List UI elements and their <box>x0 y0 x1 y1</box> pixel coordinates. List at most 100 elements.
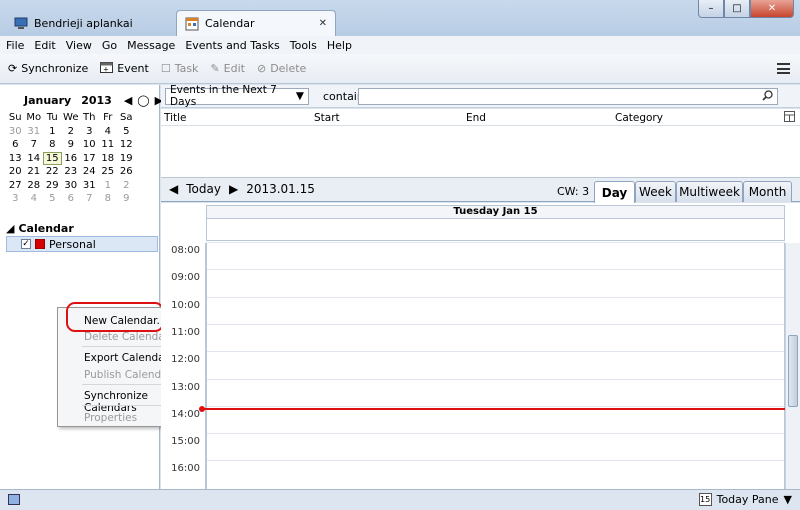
properties-menu-item[interactable]: Properties <box>84 412 137 424</box>
mini-calendar-day[interactable]: 17 <box>80 152 99 166</box>
event-search-input[interactable] <box>358 88 778 105</box>
day-view-scrollbar[interactable] <box>785 243 800 489</box>
mini-calendar-day[interactable]: 22 <box>43 165 62 179</box>
mini-calendar-day[interactable]: 3 <box>80 125 99 139</box>
mini-calendar-day[interactable]: 2 <box>117 179 136 193</box>
search-icon[interactable] <box>762 90 773 104</box>
mini-calendar-day[interactable]: 4 <box>99 125 118 139</box>
menu-file[interactable]: File <box>6 39 24 52</box>
event-range-select[interactable]: Events in the Next 7 Days ▼ <box>165 84 309 108</box>
mini-calendar-day[interactable]: 4 <box>25 192 44 206</box>
mini-calendar-day[interactable]: 1 <box>99 179 118 193</box>
scrollbar-thumb[interactable] <box>788 335 798 407</box>
delete-calendar-menu-item[interactable]: Delete Calendar <box>84 331 169 343</box>
mini-calendar-day[interactable]: 1 <box>43 125 62 139</box>
menu-events-and-tasks[interactable]: Events and Tasks <box>185 39 279 52</box>
close-window-button[interactable]: ✕ <box>750 0 794 18</box>
mini-calendar-day[interactable]: 27 <box>6 179 25 193</box>
new-task-button[interactable]: ☐ Task <box>161 62 199 75</box>
synchronize-button[interactable]: ⟳ Synchronize <box>8 62 88 75</box>
mini-calendar-day[interactable]: 7 <box>80 192 99 206</box>
tab-bendrieji-aplankai[interactable]: Bendrieji aplankai <box>6 10 174 36</box>
month-label[interactable]: January <box>24 94 71 107</box>
edit-button[interactable]: ✎ Edit <box>210 62 245 75</box>
calendar-name: Personal <box>49 237 96 251</box>
all-day-events-area[interactable] <box>206 219 785 241</box>
column-category[interactable]: Category <box>615 112 663 124</box>
day-column-header[interactable]: Tuesday Jan 15 <box>206 205 785 219</box>
mini-calendar-day[interactable]: 3 <box>6 192 25 206</box>
next-day-icon[interactable]: ▶ <box>229 182 238 196</box>
menu-tools[interactable]: Tools <box>290 39 317 52</box>
mini-calendar-day[interactable]: 6 <box>62 192 81 206</box>
mini-calendar-day[interactable]: 15 <box>43 151 62 165</box>
mini-calendar-day[interactable]: 31 <box>25 125 44 139</box>
column-end[interactable]: End <box>466 112 486 124</box>
mini-calendar-day[interactable]: 5 <box>117 125 136 139</box>
app-menu-icon[interactable] <box>777 63 790 74</box>
mini-calendar-day[interactable]: 25 <box>99 165 118 179</box>
mini-calendar-day[interactable]: 14 <box>25 152 44 166</box>
calendar-item-personal[interactable]: ✓ Personal <box>6 236 158 252</box>
menu-go[interactable]: Go <box>102 39 117 52</box>
today-circle-icon[interactable]: ◯ <box>137 94 149 107</box>
tab-month[interactable]: Month <box>743 181 792 202</box>
mini-calendar-day[interactable]: 2 <box>62 125 81 139</box>
year-label[interactable]: 2013 <box>81 94 112 107</box>
mini-calendar-day[interactable]: 28 <box>25 179 44 193</box>
mini-calendar-day[interactable]: 8 <box>99 192 118 206</box>
tab-calendar[interactable]: Calendar ✕ <box>176 10 336 36</box>
mini-calendar-day[interactable]: 10 <box>80 138 99 152</box>
mini-calendar-day[interactable]: 9 <box>117 192 136 206</box>
previous-month-icon[interactable]: ◀ <box>124 94 132 107</box>
folder-monitor-icon <box>14 16 28 30</box>
previous-day-icon[interactable]: ◀ <box>169 182 178 196</box>
tab-day[interactable]: Day <box>594 181 635 203</box>
column-picker-icon[interactable] <box>784 111 795 125</box>
mini-calendar-day[interactable]: 29 <box>43 179 62 193</box>
delete-button[interactable]: ⊘ Delete <box>257 62 306 75</box>
menu-view[interactable]: View <box>66 39 92 52</box>
mini-calendar-day[interactable]: 6 <box>6 138 25 152</box>
day-grid[interactable] <box>206 243 785 489</box>
mini-calendar-day[interactable]: 21 <box>25 165 44 179</box>
maximize-button[interactable]: □ <box>724 0 750 18</box>
mini-calendar-day[interactable]: 26 <box>117 165 136 179</box>
mini-calendar-day[interactable]: 5 <box>43 192 62 206</box>
hour-label: 15:00 <box>171 436 200 448</box>
menu-edit[interactable]: Edit <box>34 39 55 52</box>
tab-week[interactable]: Week <box>635 181 676 202</box>
mini-calendar-day[interactable]: 7 <box>25 138 44 152</box>
mini-calendar-day[interactable]: 24 <box>80 165 99 179</box>
mini-calendar-day[interactable]: 18 <box>99 152 118 166</box>
mini-calendar-day[interactable]: 23 <box>62 165 81 179</box>
today-pane-toggle[interactable]: 15 Today Pane ▼ <box>698 493 792 506</box>
mini-calendar-day[interactable]: 16 <box>62 152 81 166</box>
mini-calendar-day[interactable]: 20 <box>6 165 25 179</box>
mini-calendar-day[interactable]: 30 <box>62 179 81 193</box>
mini-calendar-day[interactable]: 19 <box>117 152 136 166</box>
mini-calendar-day[interactable]: 9 <box>62 138 81 152</box>
column-title[interactable]: Title <box>164 112 187 124</box>
chevron-down-icon: ▼ <box>783 493 792 506</box>
mini-calendar-day[interactable]: 13 <box>6 152 25 166</box>
mini-calendar-day[interactable]: 11 <box>99 138 118 152</box>
weekday-header: Su <box>8 112 22 123</box>
today-button[interactable]: Today <box>186 182 221 196</box>
new-event-button[interactable]: + Event <box>100 61 149 76</box>
close-tab-icon[interactable]: ✕ <box>319 18 327 29</box>
menu-message[interactable]: Message <box>127 39 175 52</box>
mini-calendar-day[interactable]: 12 <box>117 138 136 152</box>
online-status-icon[interactable] <box>8 494 20 505</box>
tab-multiweek[interactable]: Multiweek <box>676 181 743 202</box>
day-view: Tuesday Jan 15 08:00 09:00 10:00 11:00 12:00… <box>161 203 800 489</box>
synchronize-label: Synchronize <box>21 62 89 75</box>
mini-calendar-day[interactable]: 30 <box>6 125 25 139</box>
calendar-section-header[interactable]: ◢ Calendar <box>6 222 74 235</box>
menu-help[interactable]: Help <box>327 39 352 52</box>
calendar-checkbox[interactable]: ✓ <box>21 239 31 249</box>
mini-calendar-day[interactable]: 8 <box>43 138 62 152</box>
column-start[interactable]: Start <box>314 112 340 124</box>
mini-calendar-day[interactable]: 31 <box>80 179 99 193</box>
minimize-button[interactable]: – <box>698 0 724 18</box>
